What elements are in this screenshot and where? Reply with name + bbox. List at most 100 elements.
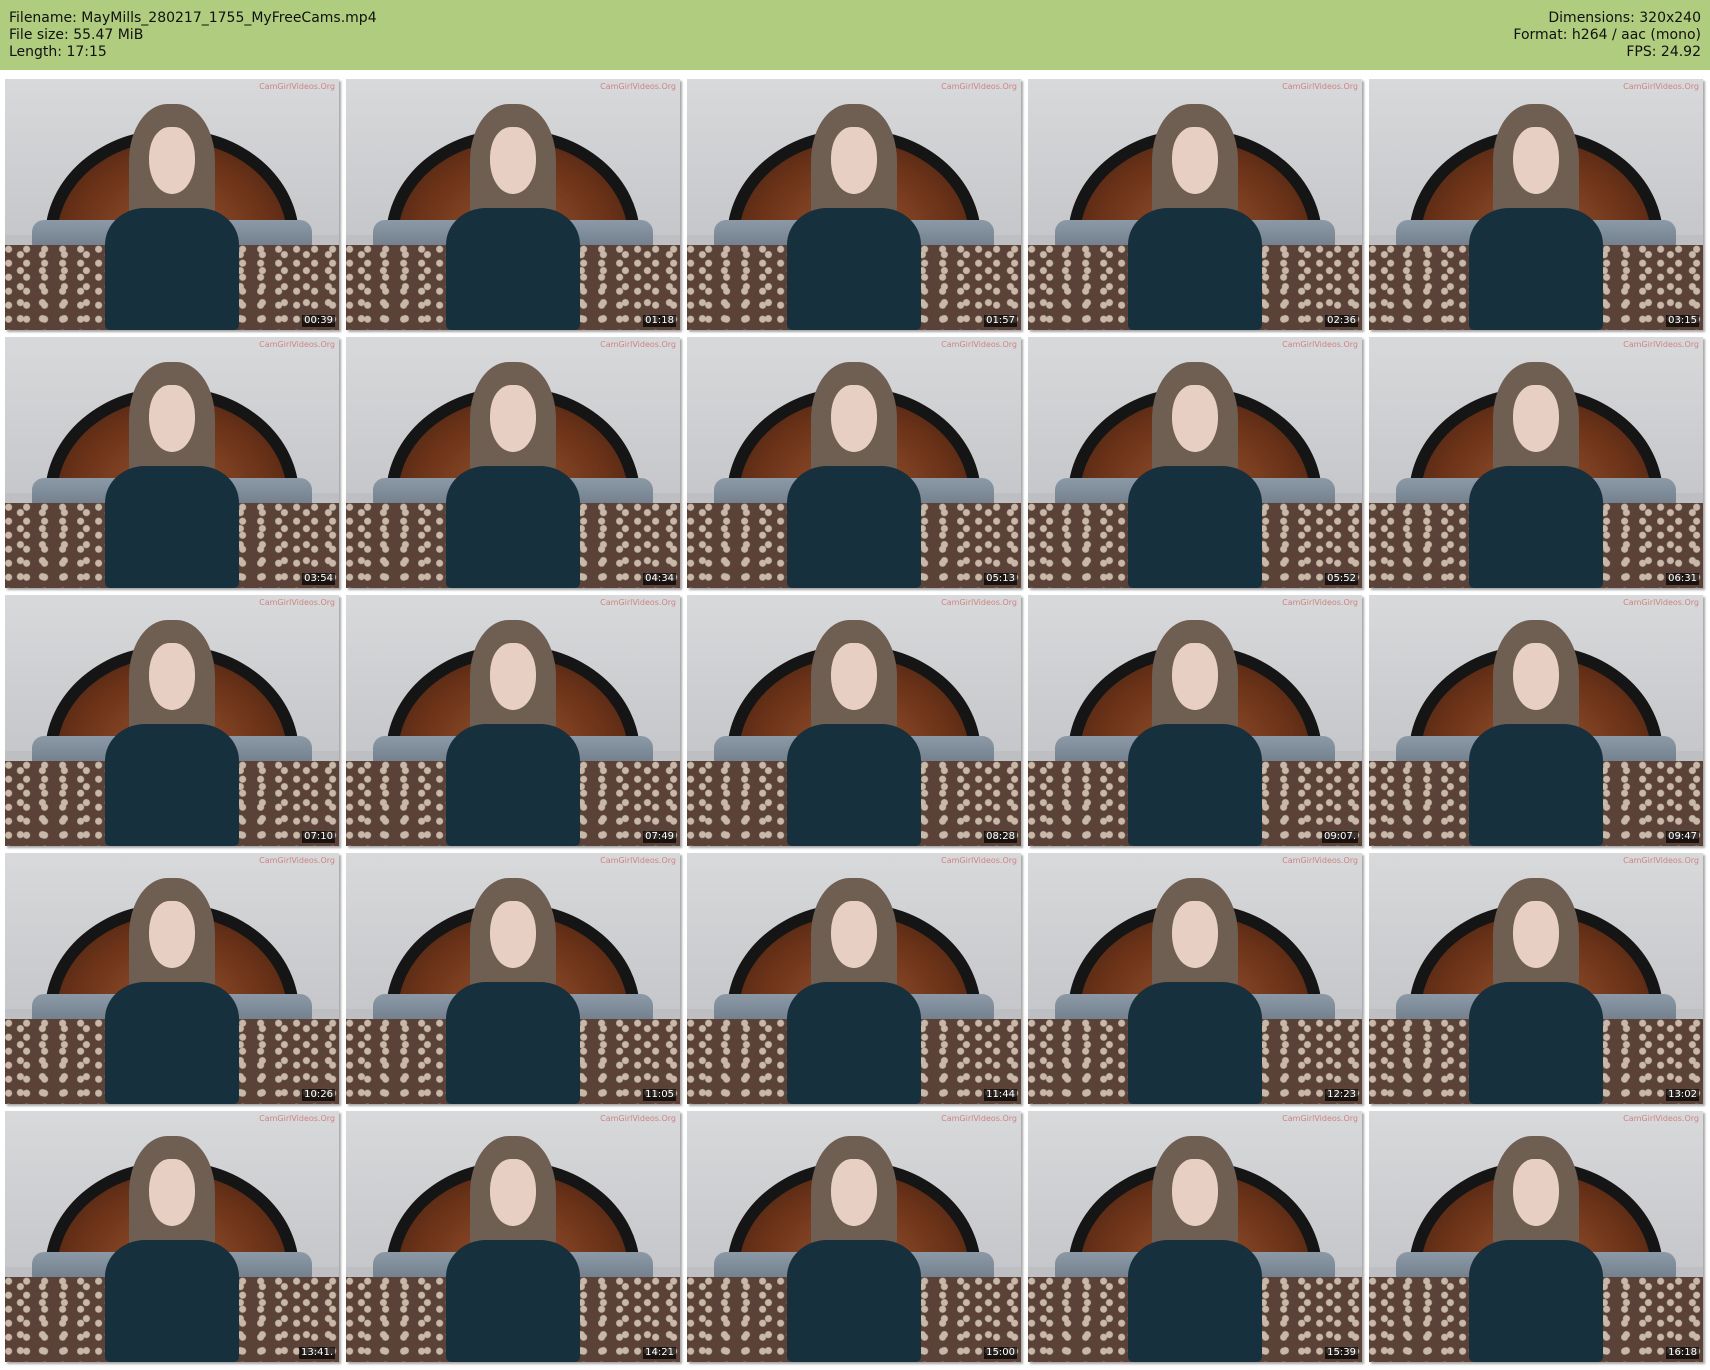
timestamp-label: 13:02 — [1666, 1089, 1699, 1101]
face — [490, 642, 536, 711]
video-thumbnail: CamGirlVideos.Org 04:34 — [346, 337, 680, 588]
person — [1469, 1136, 1603, 1362]
person — [446, 362, 580, 588]
watermark: CamGirlVideos.Org — [1623, 856, 1699, 865]
video-thumbnail: CamGirlVideos.Org 05:52 — [1028, 337, 1362, 588]
shirt — [1469, 466, 1603, 588]
video-thumbnail: CamGirlVideos.Org 09:07. — [1028, 595, 1362, 846]
timestamp-label: 10:26 — [302, 1089, 335, 1101]
person — [1128, 362, 1262, 588]
video-thumbnail: CamGirlVideos.Org 00:39 — [5, 79, 339, 330]
face — [1513, 384, 1559, 453]
watermark: CamGirlVideos.Org — [1623, 598, 1699, 607]
thumbnail-grid: CamGirlVideos.Org 00:39 CamGirlVideos.Org 0… — [5, 79, 1703, 1362]
video-thumbnail: CamGirlVideos.Org 15:00 — [687, 1111, 1021, 1362]
video-thumbnail: CamGirlVideos.Org 11:44 — [687, 853, 1021, 1104]
shirt — [105, 724, 239, 846]
watermark: CamGirlVideos.Org — [259, 598, 335, 607]
video-thumbnail: CamGirlVideos.Org 13:41. — [5, 1111, 339, 1362]
video-thumbnail: CamGirlVideos.Org 12:23 — [1028, 853, 1362, 1104]
watermark: CamGirlVideos.Org — [941, 598, 1017, 607]
video-thumbnail: CamGirlVideos.Org 11:05 — [346, 853, 680, 1104]
watermark: CamGirlVideos.Org — [941, 1114, 1017, 1123]
face — [490, 900, 536, 969]
person — [1128, 878, 1262, 1104]
timestamp-label: 08:28 — [984, 831, 1017, 843]
face — [490, 384, 536, 453]
shirt — [1128, 208, 1262, 330]
filename-text: Filename: MayMills_280217_1755_MyFreeCam… — [9, 10, 377, 26]
video-thumbnail: CamGirlVideos.Org 16:18 — [1369, 1111, 1703, 1362]
length-text: Length: 17:15 — [9, 44, 107, 60]
timestamp-label: 03:54 — [302, 573, 335, 585]
shirt — [787, 208, 921, 330]
person — [105, 362, 239, 588]
face — [1513, 1158, 1559, 1227]
watermark: CamGirlVideos.Org — [600, 340, 676, 349]
watermark: CamGirlVideos.Org — [600, 856, 676, 865]
person — [105, 878, 239, 1104]
watermark: CamGirlVideos.Org — [600, 82, 676, 91]
video-thumbnail: CamGirlVideos.Org 07:49 — [346, 595, 680, 846]
person — [787, 1136, 921, 1362]
watermark: CamGirlVideos.Org — [1623, 82, 1699, 91]
watermark: CamGirlVideos.Org — [941, 340, 1017, 349]
shirt — [1128, 982, 1262, 1104]
file-info-right: Dimensions: 320x240 Format: h264 / aac (… — [1513, 10, 1701, 61]
timestamp-label: 14:21 — [643, 1347, 676, 1359]
watermark: CamGirlVideos.Org — [259, 340, 335, 349]
person — [446, 878, 580, 1104]
person — [105, 1136, 239, 1362]
timestamp-label: 15:00 — [984, 1347, 1017, 1359]
face — [149, 900, 195, 969]
video-thumbnail: CamGirlVideos.Org 03:15 — [1369, 79, 1703, 330]
shirt — [787, 982, 921, 1104]
timestamp-label: 03:15 — [1666, 315, 1699, 327]
watermark: CamGirlVideos.Org — [259, 1114, 335, 1123]
file-info-left: Filename: MayMills_280217_1755_MyFreeCam… — [9, 10, 377, 61]
watermark: CamGirlVideos.Org — [1623, 340, 1699, 349]
person — [105, 620, 239, 846]
face — [490, 126, 536, 195]
face — [831, 126, 877, 195]
watermark: CamGirlVideos.Org — [259, 856, 335, 865]
face — [490, 1158, 536, 1227]
video-thumbnail: CamGirlVideos.Org 13:02 — [1369, 853, 1703, 1104]
person — [1128, 104, 1262, 330]
timestamp-label: 13:41. — [299, 1347, 335, 1359]
person — [1469, 362, 1603, 588]
timestamp-label: 00:39 — [302, 315, 335, 327]
face — [831, 384, 877, 453]
shirt — [446, 982, 580, 1104]
timestamp-label: 09:07. — [1322, 831, 1358, 843]
shirt — [787, 466, 921, 588]
video-thumbnail: CamGirlVideos.Org 07:10 — [5, 595, 339, 846]
shirt — [105, 466, 239, 588]
fps-text: FPS: 24.92 — [1626, 44, 1701, 60]
video-thumbnail: CamGirlVideos.Org 14:21 — [346, 1111, 680, 1362]
face — [831, 642, 877, 711]
shirt — [787, 1240, 921, 1362]
watermark: CamGirlVideos.Org — [259, 82, 335, 91]
video-thumbnail: CamGirlVideos.Org 10:26 — [5, 853, 339, 1104]
person — [1128, 620, 1262, 846]
shirt — [446, 466, 580, 588]
timestamp-label: 11:05 — [643, 1089, 676, 1101]
timestamp-label: 16:18 — [1666, 1347, 1699, 1359]
face — [831, 1158, 877, 1227]
person — [1128, 1136, 1262, 1362]
person — [1469, 878, 1603, 1104]
video-thumbnail: CamGirlVideos.Org 15:39 — [1028, 1111, 1362, 1362]
face — [149, 642, 195, 711]
person — [446, 104, 580, 330]
watermark: CamGirlVideos.Org — [600, 598, 676, 607]
face — [1172, 900, 1218, 969]
timestamp-label: 04:34 — [643, 573, 676, 585]
shirt — [787, 724, 921, 846]
face — [831, 900, 877, 969]
person — [1469, 620, 1603, 846]
person — [446, 620, 580, 846]
shirt — [1469, 1240, 1603, 1362]
watermark: CamGirlVideos.Org — [1282, 598, 1358, 607]
shirt — [446, 208, 580, 330]
